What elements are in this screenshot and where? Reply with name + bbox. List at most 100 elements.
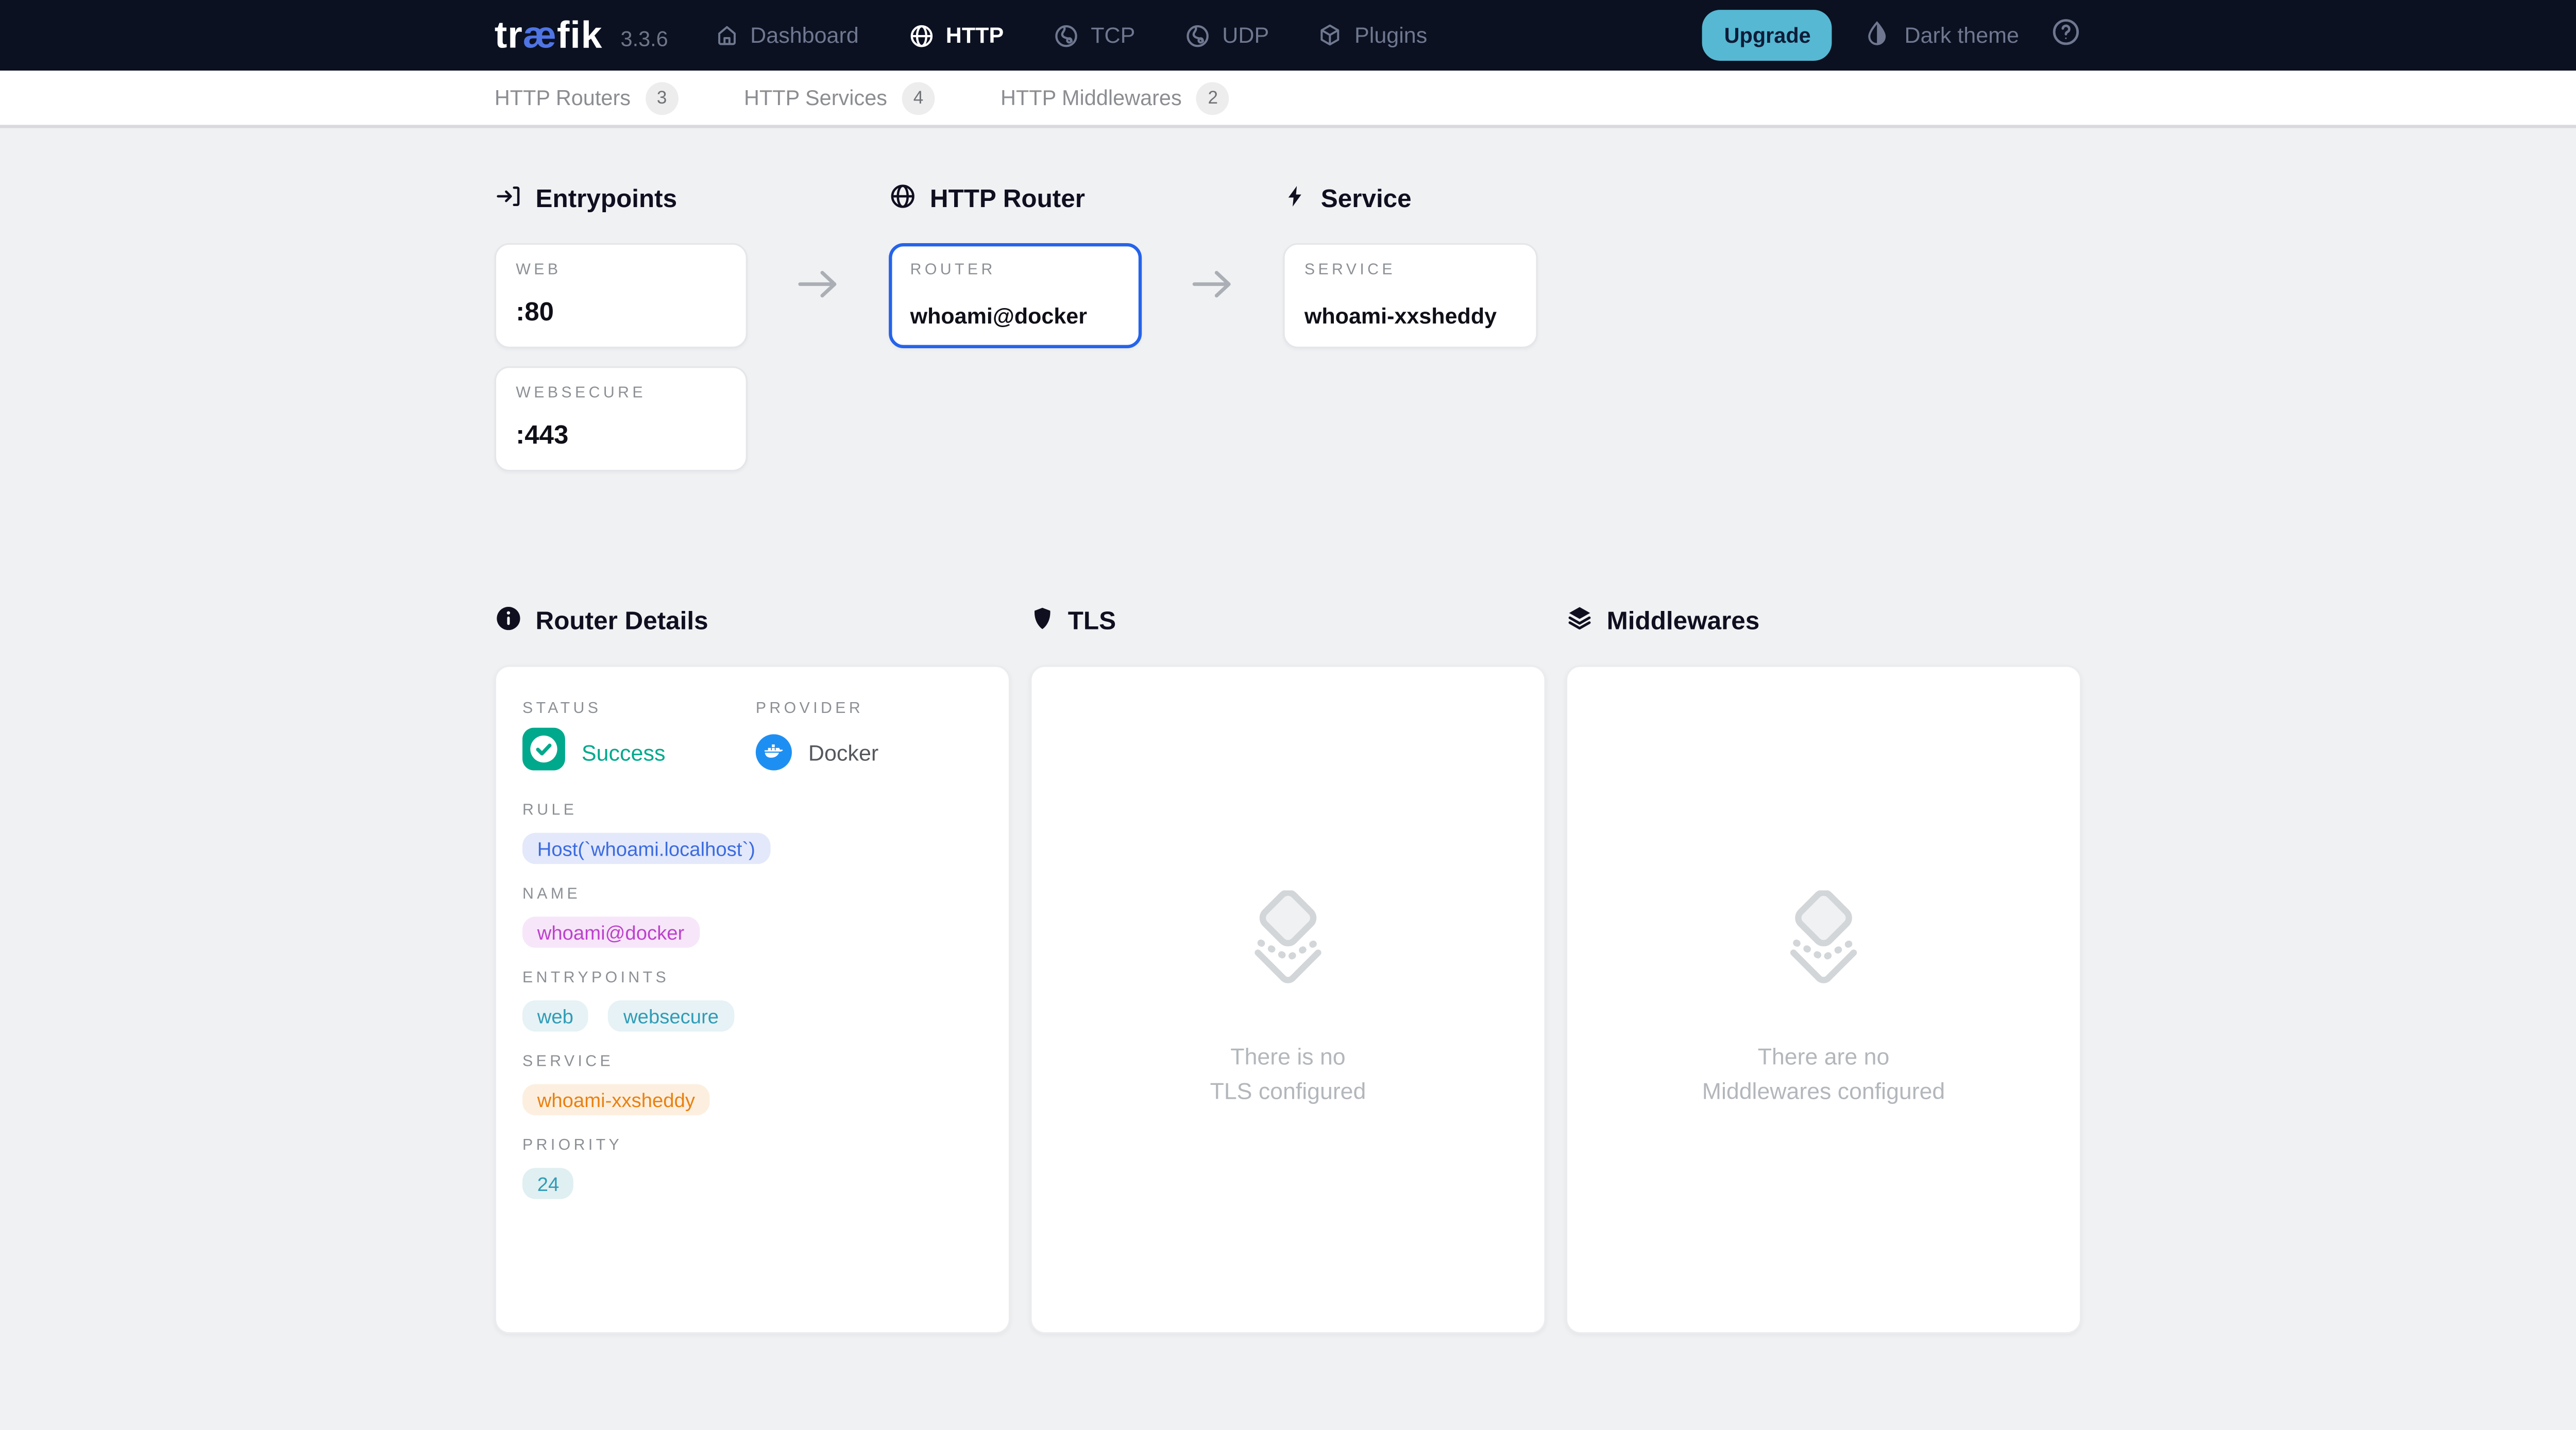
middlewares-column: Middlewares There are no — [1566, 606, 2081, 1334]
router-card[interactable]: ROUTER whoami@docker — [889, 243, 1142, 348]
count-badge: 3 — [646, 81, 679, 114]
http-router-title: HTTP Router — [889, 184, 1142, 217]
main-content: Entrypoints WEB :80 WEBSECURE :443 — [495, 184, 2081, 1334]
tab-http-middlewares[interactable]: HTTP Middlewares 2 — [1001, 81, 1229, 114]
rule-group: RULE Host(`whoami.localhost`) — [522, 802, 982, 864]
log-in-icon — [495, 182, 522, 218]
status-label: STATUS — [522, 700, 756, 718]
question-circle-icon — [2050, 15, 2082, 55]
card-value: :80 — [516, 299, 726, 328]
subnav: HTTP Routers 3 HTTP Services 4 HTTP Midd… — [0, 71, 2576, 128]
cube-icon — [1318, 23, 1343, 48]
router-details-column: Router Details STATUS — [495, 606, 1010, 1334]
nav-item-dashboard[interactable]: Dashboard — [714, 23, 859, 48]
card-label: ROUTER — [910, 261, 1121, 279]
shield-icon — [1030, 604, 1055, 640]
router-details-panel: STATUS Success — [495, 665, 1010, 1334]
entrypoints-group: ENTRYPOINTS web websecure — [522, 969, 982, 1031]
routing-flow: Entrypoints WEB :80 WEBSECURE :443 — [495, 184, 2081, 471]
home-icon — [714, 23, 739, 48]
nav-label: HTTP — [946, 23, 1004, 48]
tab-http-routers[interactable]: HTTP Routers 3 — [495, 81, 679, 114]
status-group: STATUS Success — [522, 700, 756, 773]
tls-panel: There is no TLS configured — [1030, 665, 1546, 1334]
tab-label: HTTP Middlewares — [1001, 86, 1182, 110]
globe2-icon — [1053, 22, 1079, 48]
service-card[interactable]: SERVICE whoami-xxsheddy — [1283, 243, 1537, 348]
priority-value-pill: 24 — [522, 1168, 574, 1199]
version-label: 3.3.6 — [621, 25, 668, 50]
tls-column: TLS There is no TLS con — [1030, 606, 1546, 1334]
tab-label: HTTP Routers — [495, 86, 631, 110]
nav-label: UDP — [1222, 23, 1269, 48]
nav-item-plugins[interactable]: Plugins — [1318, 23, 1427, 48]
empty-layers-icon — [1237, 890, 1339, 1000]
globe2-icon — [1184, 22, 1211, 48]
flow-arrow — [1142, 184, 1283, 471]
entrypoint-card-web[interactable]: WEB :80 — [495, 243, 748, 348]
info-icon — [495, 604, 522, 640]
globe-icon — [908, 22, 934, 48]
traefik-logo[interactable]: træfik 3.3.6 — [495, 16, 668, 54]
count-badge: 4 — [902, 81, 935, 114]
globe-icon — [889, 182, 917, 218]
service-title: Service — [1283, 184, 1537, 217]
card-value: whoami-xxsheddy — [1304, 304, 1516, 329]
nav-label: Dashboard — [750, 23, 859, 48]
nav-label: Plugins — [1354, 23, 1427, 48]
rule-value-pill: Host(`whoami.localhost`) — [522, 833, 770, 864]
docker-icon — [756, 734, 792, 770]
upgrade-button[interactable]: Upgrade — [1703, 10, 1832, 61]
tls-title: TLS — [1030, 606, 1546, 639]
rule-label: RULE — [522, 802, 982, 820]
nav-item-udp[interactable]: UDP — [1184, 22, 1269, 48]
service-column: Service SERVICE whoami-xxsheddy — [1283, 184, 1537, 471]
middlewares-empty-message: There are no Middlewares configured — [1702, 1040, 1945, 1109]
middlewares-panel: There are no Middlewares configured — [1566, 665, 2081, 1334]
tls-empty-message: There is no TLS configured — [1210, 1040, 1366, 1109]
entrypoints-label: ENTRYPOINTS — [522, 969, 982, 987]
provider-label: PROVIDER — [756, 700, 982, 718]
nav-item-tcp[interactable]: TCP — [1053, 22, 1135, 48]
middlewares-title: Middlewares — [1566, 606, 2081, 639]
name-group: NAME whoami@docker — [522, 886, 982, 948]
card-value: whoami@docker — [910, 304, 1121, 329]
router-details-title: Router Details — [495, 606, 1010, 639]
entrypoint-pill: web — [522, 1000, 588, 1032]
service-value-pill: whoami-xxsheddy — [522, 1084, 710, 1116]
entrypoints-title: Entrypoints — [495, 184, 748, 217]
main-nav: Dashboard HTTP — [714, 22, 1427, 48]
entrypoint-pill: websecure — [608, 1000, 733, 1032]
entrypoints-column: Entrypoints WEB :80 WEBSECURE :443 — [495, 184, 748, 471]
priority-label: PRIORITY — [522, 1137, 982, 1155]
name-value-pill: whoami@docker — [522, 916, 699, 948]
logo-wordmark: træfik — [495, 16, 603, 54]
success-check-icon — [522, 727, 565, 778]
router-column: HTTP Router ROUTER whoami@docker — [889, 184, 1142, 471]
layers-icon — [1566, 604, 1594, 640]
lightning-icon — [1283, 182, 1308, 218]
help-button[interactable] — [2050, 15, 2082, 55]
name-label: NAME — [522, 886, 982, 904]
dark-theme-toggle[interactable]: Dark theme — [1863, 19, 2019, 52]
card-value: :443 — [516, 422, 726, 452]
nav-right-cluster: Upgrade Dark theme — [1703, 10, 2081, 61]
top-navbar: træfik 3.3.6 Dashboard — [0, 0, 2576, 71]
tab-http-services[interactable]: HTTP Services 4 — [744, 81, 935, 114]
entrypoint-card-websecure[interactable]: WEBSECURE :443 — [495, 366, 748, 471]
nav-item-http[interactable]: HTTP — [908, 22, 1004, 48]
provider-value: Docker — [808, 740, 878, 765]
card-label: SERVICE — [1304, 261, 1516, 279]
service-group: SERVICE whoami-xxsheddy — [522, 1053, 982, 1115]
tab-label: HTTP Services — [744, 86, 887, 110]
traefik-dashboard: træfik 3.3.6 Dashboard — [0, 0, 2576, 1419]
status-value: Success — [582, 740, 666, 765]
service-label: SERVICE — [522, 1053, 982, 1071]
card-label: WEB — [516, 261, 726, 279]
count-badge: 2 — [1196, 81, 1229, 114]
card-label: WEBSECURE — [516, 384, 726, 402]
nav-label: TCP — [1091, 23, 1135, 48]
detail-panels: Router Details STATUS — [495, 606, 2081, 1334]
flow-arrow — [748, 184, 889, 471]
empty-layers-icon — [1773, 890, 1875, 1000]
